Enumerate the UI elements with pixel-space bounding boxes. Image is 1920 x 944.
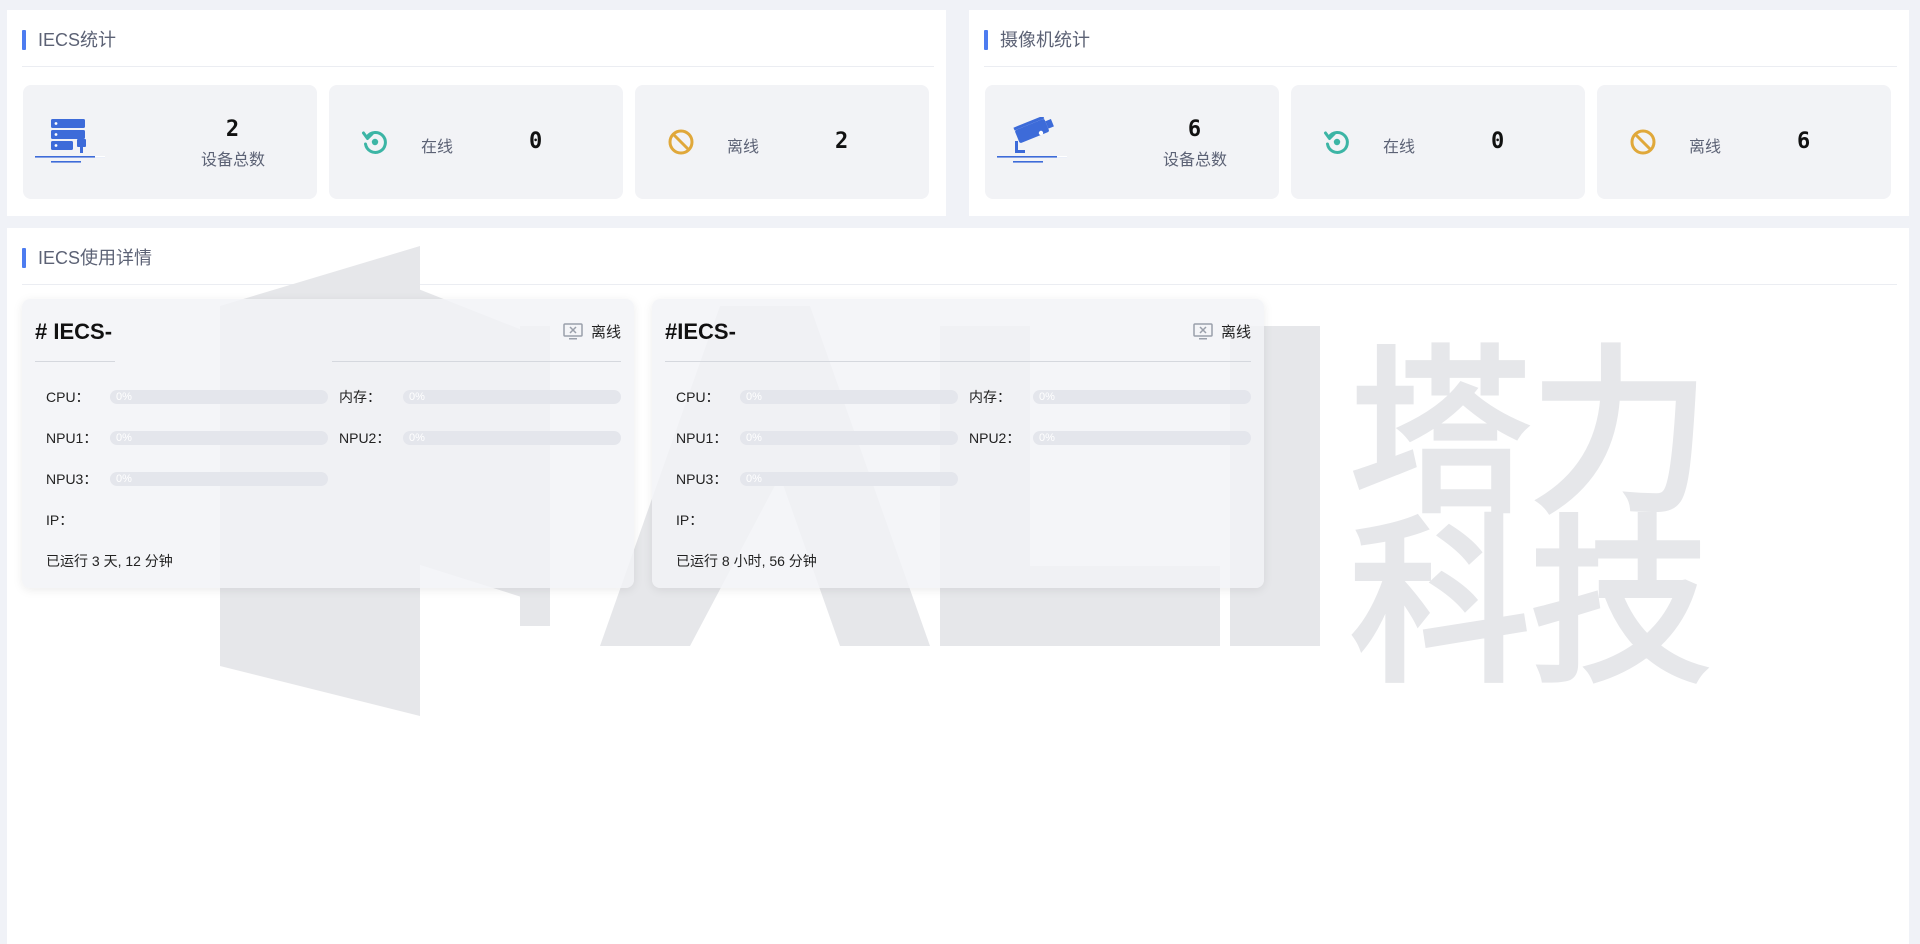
npu2-value: 0% (1039, 432, 1055, 444)
ban-icon (668, 129, 694, 155)
npu2-bar: 0% (1033, 431, 1251, 445)
iecs-total-label: 设备总数 (200, 152, 265, 169)
iecs-total-count: 2 (225, 117, 241, 142)
camera-total-card: 6 设备总数 (985, 85, 1279, 199)
camera-offline-label: 离线 (1689, 139, 1722, 156)
divider (35, 361, 115, 362)
npu2-metric: NPU2： 0% (339, 428, 621, 448)
device-card[interactable]: #IECS- 离线 CPU： 0% 内存： 0% NPU1： 0% NPU2： … (652, 299, 1264, 588)
status-label: 离线 (590, 324, 621, 341)
watermark-text-1: 塔力 (1350, 330, 1710, 539)
device-card[interactable]: # IECS- 离线 CPU： 0% 内存： 0% NPU1： 0% NPU2：… (22, 299, 634, 588)
cpu-label: CPU： (676, 389, 720, 405)
refresh-icon (1324, 130, 1349, 154)
memory-metric: 内存： 0% (339, 387, 621, 407)
npu1-bar: 0% (110, 431, 328, 445)
status-label: 离线 (1220, 324, 1251, 341)
iecs-online-card: 在线 0 (329, 85, 623, 199)
iecs-offline-label: 离线 (727, 139, 760, 156)
npu1-value: 0% (116, 432, 132, 444)
cpu-bar: 0% (110, 390, 328, 404)
divider (332, 361, 621, 362)
iecs-stats-panel: IECS统计 2 设备总数 在线 0 离线 2 (7, 10, 946, 216)
device-status: 离线 (1193, 321, 1251, 342)
divider (984, 66, 1897, 67)
refresh-icon (362, 130, 387, 154)
cpu-label: CPU： (46, 389, 90, 405)
ban-icon (1630, 129, 1656, 155)
npu1-metric: NPU1： 0% (676, 428, 958, 448)
cpu-value: 0% (746, 391, 762, 403)
cpu-bar: 0% (740, 390, 958, 404)
ip-label: IP： (46, 512, 74, 528)
iecs-usage-title: IECS使用详情 (22, 247, 152, 269)
watermark-text-2: 科技 (1350, 500, 1710, 709)
npu1-metric: NPU1： 0% (46, 428, 328, 448)
npu3-metric: NPU3： 0% (46, 469, 328, 489)
iecs-stats-title: IECS统计 (22, 29, 116, 51)
npu2-metric: NPU2： 0% (969, 428, 1251, 448)
camera-offline-count: 6 (1797, 129, 1811, 154)
npu2-bar: 0% (403, 431, 621, 445)
uptime-text: 已运行 3 天, 12 分钟 (46, 553, 173, 569)
camera-online-card: 在线 0 (1291, 85, 1585, 199)
iecs-online-label: 在线 (421, 139, 454, 156)
memory-metric: 内存： 0% (969, 387, 1251, 407)
cpu-value: 0% (116, 391, 132, 403)
npu1-value: 0% (746, 432, 762, 444)
camera-offline-card: 离线 6 (1597, 85, 1891, 199)
memory-value: 0% (1039, 391, 1055, 403)
uptime-text: 已运行 8 小时, 56 分钟 (676, 553, 817, 569)
device-name: # IECS- (35, 319, 113, 344)
npu3-bar: 0% (110, 472, 328, 486)
camera-stats-panel: 摄像机统计 6 设备总数 在线 0 离线 6 (969, 10, 1909, 216)
npu1-bar: 0% (740, 431, 958, 445)
iecs-total-card: 2 设备总数 (23, 85, 317, 199)
memory-label: 内存： (339, 389, 381, 405)
cpu-metric: CPU： 0% (676, 387, 958, 407)
npu2-label: NPU2： (339, 430, 391, 446)
npu1-label: NPU1： (46, 430, 98, 446)
npu3-metric: NPU3： 0% (676, 469, 958, 489)
camera-total-count: 6 (1187, 117, 1203, 142)
npu3-label: NPU3： (46, 471, 98, 487)
divider (665, 361, 1251, 362)
ip-label: IP： (676, 512, 704, 528)
npu3-label: NPU3： (676, 471, 728, 487)
monitor-offline-icon (1193, 322, 1213, 339)
divider (22, 284, 1897, 285)
iecs-usage-panel: IECS使用详情 塔力 科技 # IECS- 离线 CPU： 0% 内存： 0%… (7, 228, 1909, 944)
camera-total-label: 设备总数 (1162, 152, 1227, 169)
camera-online-label: 在线 (1383, 139, 1416, 156)
memory-label: 内存： (969, 389, 1011, 405)
memory-bar: 0% (403, 390, 621, 404)
iecs-offline-card: 离线 2 (635, 85, 929, 199)
camera-online-count: 0 (1491, 129, 1505, 154)
monitor-offline-icon (563, 322, 583, 339)
iecs-offline-count: 2 (835, 129, 849, 154)
npu2-label: NPU2： (969, 430, 1021, 446)
camera-icon (997, 117, 1067, 163)
npu1-label: NPU1： (676, 430, 728, 446)
device-status: 离线 (563, 321, 621, 342)
camera-stats-title: 摄像机统计 (984, 29, 1090, 51)
memory-value: 0% (409, 391, 425, 403)
device-name: #IECS- (665, 319, 736, 344)
cpu-metric: CPU： 0% (46, 387, 328, 407)
divider (22, 66, 934, 67)
npu3-bar: 0% (740, 472, 958, 486)
server-icon (35, 119, 105, 163)
memory-bar: 0% (1033, 390, 1251, 404)
iecs-online-count: 0 (529, 129, 543, 154)
npu2-value: 0% (409, 432, 425, 444)
npu3-value: 0% (746, 473, 762, 485)
npu3-value: 0% (116, 473, 132, 485)
